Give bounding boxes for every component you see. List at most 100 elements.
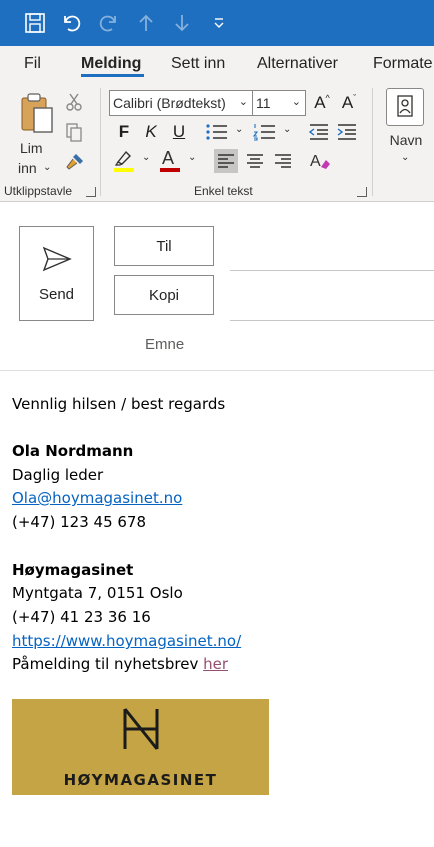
font-color-button[interactable]: A ⌄ (158, 148, 198, 174)
ribbon-separator (372, 88, 373, 196)
newsletter-line: Påmelding til nyhetsbrev her (12, 655, 228, 673)
highlight-button[interactable]: ⌄ (112, 148, 152, 174)
scissors-icon (66, 93, 82, 111)
signature-phone: (+47) 123 45 678 (12, 513, 147, 531)
ribbon-separator (100, 88, 101, 196)
names-button[interactable]: Navn ⌄ (386, 88, 426, 170)
svg-text:A: A (310, 153, 321, 170)
grow-font-icon: A (314, 93, 326, 112)
customize-toolbar-icon[interactable] (204, 8, 234, 38)
signature-title: Daglig leder (12, 466, 104, 484)
signature-email[interactable]: Ola@hoymagasinet.no (12, 489, 182, 507)
tab-file[interactable]: Fil (24, 55, 41, 73)
align-right-icon (275, 154, 291, 168)
decrease-indent-button[interactable] (308, 122, 330, 144)
font-name-dropdown[interactable]: Calibri (Brødtekst) ⌄ (109, 90, 253, 116)
numbered-list-icon (252, 124, 275, 141)
logo-text: HØYMAGASINET (63, 771, 218, 789)
paste-label-2: inn (18, 160, 37, 176)
font-color-bar (160, 168, 180, 172)
cc-button[interactable]: Kopi (114, 275, 214, 315)
clear-formatting-icon: A (310, 153, 330, 170)
bold-button[interactable]: F (112, 120, 136, 144)
send-button[interactable]: Send (19, 226, 94, 321)
align-center-icon (247, 154, 263, 168)
shrink-font-icon: A (341, 93, 354, 112)
ribbon: Lim inn ⌄ Utklippstavle Calibri (Brødtek… (0, 84, 434, 202)
align-left-button[interactable] (214, 149, 238, 173)
cc-input[interactable] (230, 320, 434, 321)
tab-options[interactable]: Alternativer (257, 55, 338, 73)
numbering-button[interactable]: ⌄ (252, 122, 297, 144)
newsletter-link[interactable]: her (203, 655, 228, 673)
body-separator (0, 370, 434, 371)
tab-message[interactable]: Melding (81, 55, 141, 73)
font-name-value: Calibri (Brødtekst) (113, 95, 226, 111)
tab-insert[interactable]: Sett inn (171, 55, 225, 73)
align-center-button[interactable] (243, 149, 267, 173)
copy-button[interactable] (64, 122, 84, 144)
cut-button[interactable] (64, 92, 84, 114)
format-painter-button[interactable] (64, 150, 86, 172)
greeting-text: Vennlig hilsen / best regards (12, 395, 226, 413)
bullet-list-icon (206, 124, 227, 140)
email-link[interactable]: Ola@hoymagasinet.no (12, 489, 182, 507)
chevron-down-icon: ⌄ (142, 152, 151, 163)
save-icon[interactable] (20, 8, 50, 38)
arrow-down-icon[interactable] (167, 8, 197, 38)
highlight-color-bar (114, 168, 134, 172)
font-size-dropdown[interactable]: 11 ⌄ (252, 90, 306, 116)
align-right-button[interactable] (271, 149, 295, 173)
send-label: Send (38, 286, 75, 303)
active-tab-indicator (81, 74, 144, 77)
clipboard-dialog-launcher-icon[interactable] (86, 187, 96, 197)
grow-font-button[interactable]: A ^ (310, 91, 334, 115)
chevron-down-icon: ⌄ (238, 96, 248, 108)
paste-label: Lim (20, 140, 43, 156)
arrow-up-icon[interactable] (131, 8, 161, 38)
basic-text-group-label: Enkel tekst (194, 184, 253, 198)
increase-indent-button[interactable] (336, 122, 358, 144)
ribbon-tabs: Fil Melding Sett inn Alternativer Format… (0, 46, 434, 84)
company-name: Høymagasinet (12, 561, 134, 579)
address-book-icon (386, 88, 424, 126)
undo-icon[interactable] (56, 8, 86, 38)
chevron-down-icon: ⌄ (188, 152, 197, 163)
align-left-icon (218, 154, 234, 168)
website-link[interactable]: https://www.hoymagasinet.no/ (12, 632, 241, 650)
names-label: Navn (389, 132, 423, 148)
signature-name: Ola Nordmann (12, 442, 134, 460)
chevron-down-icon: ⌄ (283, 124, 292, 135)
quick-access-toolbar (0, 0, 434, 46)
shrink-font-button[interactable]: Aˇ (337, 91, 361, 115)
cc-label: Kopi (148, 286, 180, 304)
copy-icon (66, 123, 82, 142)
tab-format[interactable]: Formate (373, 55, 433, 73)
redo-icon[interactable] (94, 8, 124, 38)
chevron-down-icon: ⌄ (43, 162, 52, 173)
to-input[interactable] (230, 270, 434, 271)
bullets-button[interactable]: ⌄ (205, 122, 249, 144)
basic-text-dialog-launcher-icon[interactable] (357, 187, 367, 197)
chevron-down-icon: ⌄ (235, 124, 244, 135)
newsletter-text: Påmelding til nyhetsbrev (12, 655, 204, 673)
font-size-value: 11 (256, 95, 271, 111)
logo-mark-icon (123, 708, 159, 750)
clipboard-group-label: Utklippstavle (4, 184, 73, 198)
paste-icon (21, 93, 53, 133)
to-button[interactable]: Til (114, 226, 214, 266)
subject-label: Emne (145, 336, 185, 353)
paste-button[interactable]: Lim inn ⌄ (14, 90, 60, 176)
italic-button[interactable]: K (139, 120, 163, 144)
company-website[interactable]: https://www.hoymagasinet.no/ (12, 632, 241, 650)
chevron-down-icon: ⌄ (291, 96, 301, 108)
company-logo: HØYMAGASINET (12, 699, 269, 795)
increase-indent-icon (337, 124, 356, 140)
to-label: Til (156, 237, 172, 255)
decrease-indent-icon (308, 124, 328, 140)
format-painter-icon (66, 154, 83, 170)
underline-button[interactable]: U (167, 120, 191, 144)
font-color-icon: A (162, 148, 175, 168)
clear-formatting-button[interactable]: A (308, 149, 332, 173)
send-icon (42, 246, 72, 272)
